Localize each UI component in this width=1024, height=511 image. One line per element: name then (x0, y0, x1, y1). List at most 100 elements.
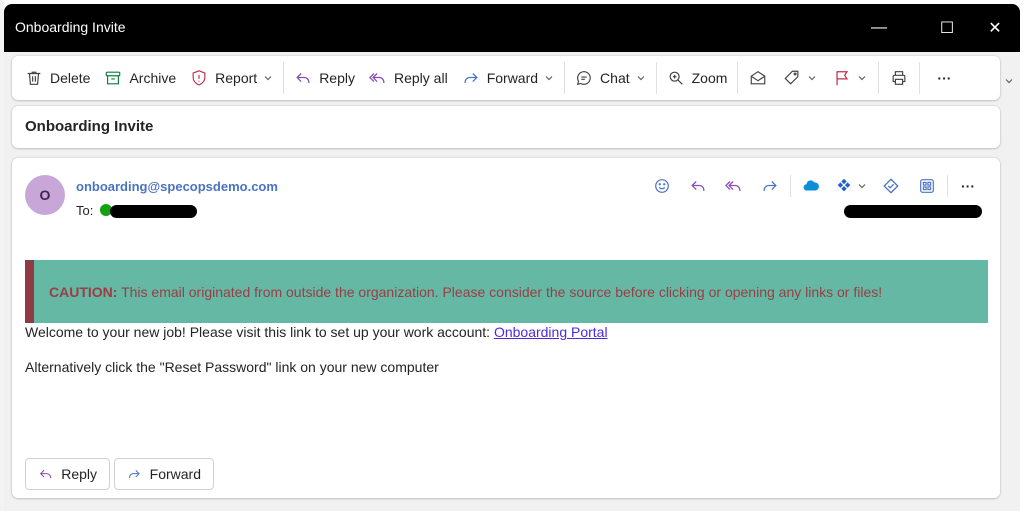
actions-divider (790, 175, 791, 197)
chevron-down-icon (637, 76, 645, 81)
reply-all-button[interactable]: Reply all (362, 62, 455, 94)
minimize-button[interactable]: — (856, 4, 902, 52)
body-line-reset: Alternatively click the "Reset Password"… (25, 359, 439, 375)
chat-label: Chat (600, 70, 630, 86)
jira-addin-button[interactable] (829, 172, 873, 200)
toolbar-divider (655, 62, 657, 94)
addin-button[interactable] (873, 172, 909, 200)
subject-title: Onboarding Invite (25, 118, 154, 135)
chevron-down-icon (808, 76, 816, 81)
sender-avatar[interactable]: O (25, 175, 65, 215)
toolbar-overflow-chevron-icon[interactable] (1004, 76, 1014, 86)
redacted-recipient (110, 205, 197, 218)
subject-header: Onboarding Invite (12, 106, 1000, 148)
maximize-icon: ☐ (939, 20, 955, 37)
delete-label: Delete (50, 70, 91, 86)
toolbar-divider (737, 62, 739, 94)
toolbar-divider (564, 62, 566, 94)
minimize-icon: — (871, 19, 887, 36)
to-label: To: (76, 203, 94, 218)
avatar-initial: O (39, 187, 51, 203)
delete-button[interactable]: Delete (18, 62, 97, 94)
reply-icon (296, 73, 310, 83)
toolbar-divider (283, 62, 285, 94)
archive-label: Archive (129, 70, 177, 86)
close-icon: ✕ (988, 20, 1002, 37)
mark-read-button[interactable] (741, 62, 775, 94)
apps-button[interactable] (909, 172, 945, 200)
chevron-down-icon (858, 184, 866, 189)
reply-action-button[interactable] (680, 172, 716, 200)
reply-button[interactable]: Reply (287, 62, 362, 94)
more-options-button[interactable]: ··· (923, 62, 965, 94)
mail-window: Onboarding Invite — ☐ ✕ Delete Archive R… (4, 4, 1020, 511)
caution-label: CAUTION: (49, 284, 118, 300)
reply-all-action-button[interactable] (716, 172, 752, 200)
close-button[interactable]: ✕ (972, 4, 1018, 52)
forward-icon (464, 73, 478, 83)
message-actions: ··· (644, 172, 986, 200)
chevron-down-icon (858, 76, 866, 81)
tag-icon (784, 70, 799, 85)
command-toolbar: Delete Archive Report Reply Reply all Fo… (12, 56, 1000, 100)
actions-divider (947, 175, 948, 197)
diamond-icon (883, 178, 899, 194)
trash-icon (27, 71, 41, 85)
chat-icon (576, 71, 591, 86)
shield-warning-icon (192, 70, 206, 86)
flag-button[interactable] (825, 62, 875, 94)
forward-label: Forward (486, 70, 539, 86)
message-more-button[interactable]: ··· (950, 172, 986, 200)
forward-bottom-button[interactable]: Forward (114, 458, 214, 490)
forward-button[interactable]: Forward (455, 62, 561, 94)
forward-bottom-label: Forward (149, 466, 201, 482)
message-pane: O onboarding@specopsdemo.com To: ··· CAU… (12, 158, 1000, 498)
forward-icon (129, 469, 140, 479)
caution-message: This email originated from outside the o… (117, 284, 883, 300)
print-button[interactable] (882, 62, 916, 94)
caution-text: CAUTION: This email originated from outs… (49, 284, 882, 300)
reset-password-text: Alternatively click the "Reset Password"… (25, 359, 439, 375)
zoom-icon (669, 71, 683, 85)
reply-all-icon (725, 181, 741, 191)
archive-button[interactable]: Archive (97, 62, 183, 94)
reaction-button[interactable] (644, 172, 680, 200)
forward-action-button[interactable] (752, 172, 788, 200)
report-button[interactable]: Report (183, 62, 280, 94)
zoom-label: Zoom (691, 70, 728, 86)
reply-bottom-label: Reply (61, 466, 97, 482)
redacted-date (844, 205, 982, 218)
categorize-button[interactable] (775, 62, 825, 94)
archive-icon (106, 71, 121, 85)
printer-icon (892, 71, 906, 85)
onboarding-portal-link[interactable]: Onboarding Portal (494, 324, 608, 340)
zoom-button[interactable]: Zoom (660, 62, 735, 94)
reply-icon (39, 469, 52, 479)
salesforce-addin-button[interactable] (793, 172, 829, 200)
smiley-icon (655, 179, 669, 193)
report-label: Report (215, 70, 258, 86)
flag-icon (836, 71, 849, 86)
reply-bottom-button[interactable]: Reply (25, 458, 110, 490)
welcome-text: Welcome to your new job! Please visit th… (25, 324, 494, 340)
maximize-button[interactable]: ☐ (924, 4, 970, 52)
chat-button[interactable]: Chat (568, 62, 653, 94)
apps-grid-icon (920, 179, 934, 193)
forward-icon (763, 181, 777, 191)
reply-all-icon (368, 73, 385, 83)
sender-address[interactable]: onboarding@specopsdemo.com (76, 179, 278, 194)
reply-label: Reply (319, 70, 355, 86)
jira-icon (837, 178, 851, 192)
more-icon: ··· (937, 70, 952, 86)
toolbar-divider (878, 62, 880, 94)
title-bar: Onboarding Invite — ☐ ✕ (4, 4, 1020, 52)
more-icon: ··· (961, 178, 975, 194)
body-line-welcome: Welcome to your new job! Please visit th… (25, 324, 608, 340)
toolbar-divider (919, 62, 921, 94)
window-title: Onboarding Invite (15, 19, 126, 35)
caution-banner: CAUTION: This email originated from outs… (25, 260, 988, 323)
reply-all-label: Reply all (393, 70, 448, 86)
reply-icon (691, 181, 705, 191)
chevron-down-icon (264, 76, 272, 81)
cloud-icon (803, 180, 819, 191)
